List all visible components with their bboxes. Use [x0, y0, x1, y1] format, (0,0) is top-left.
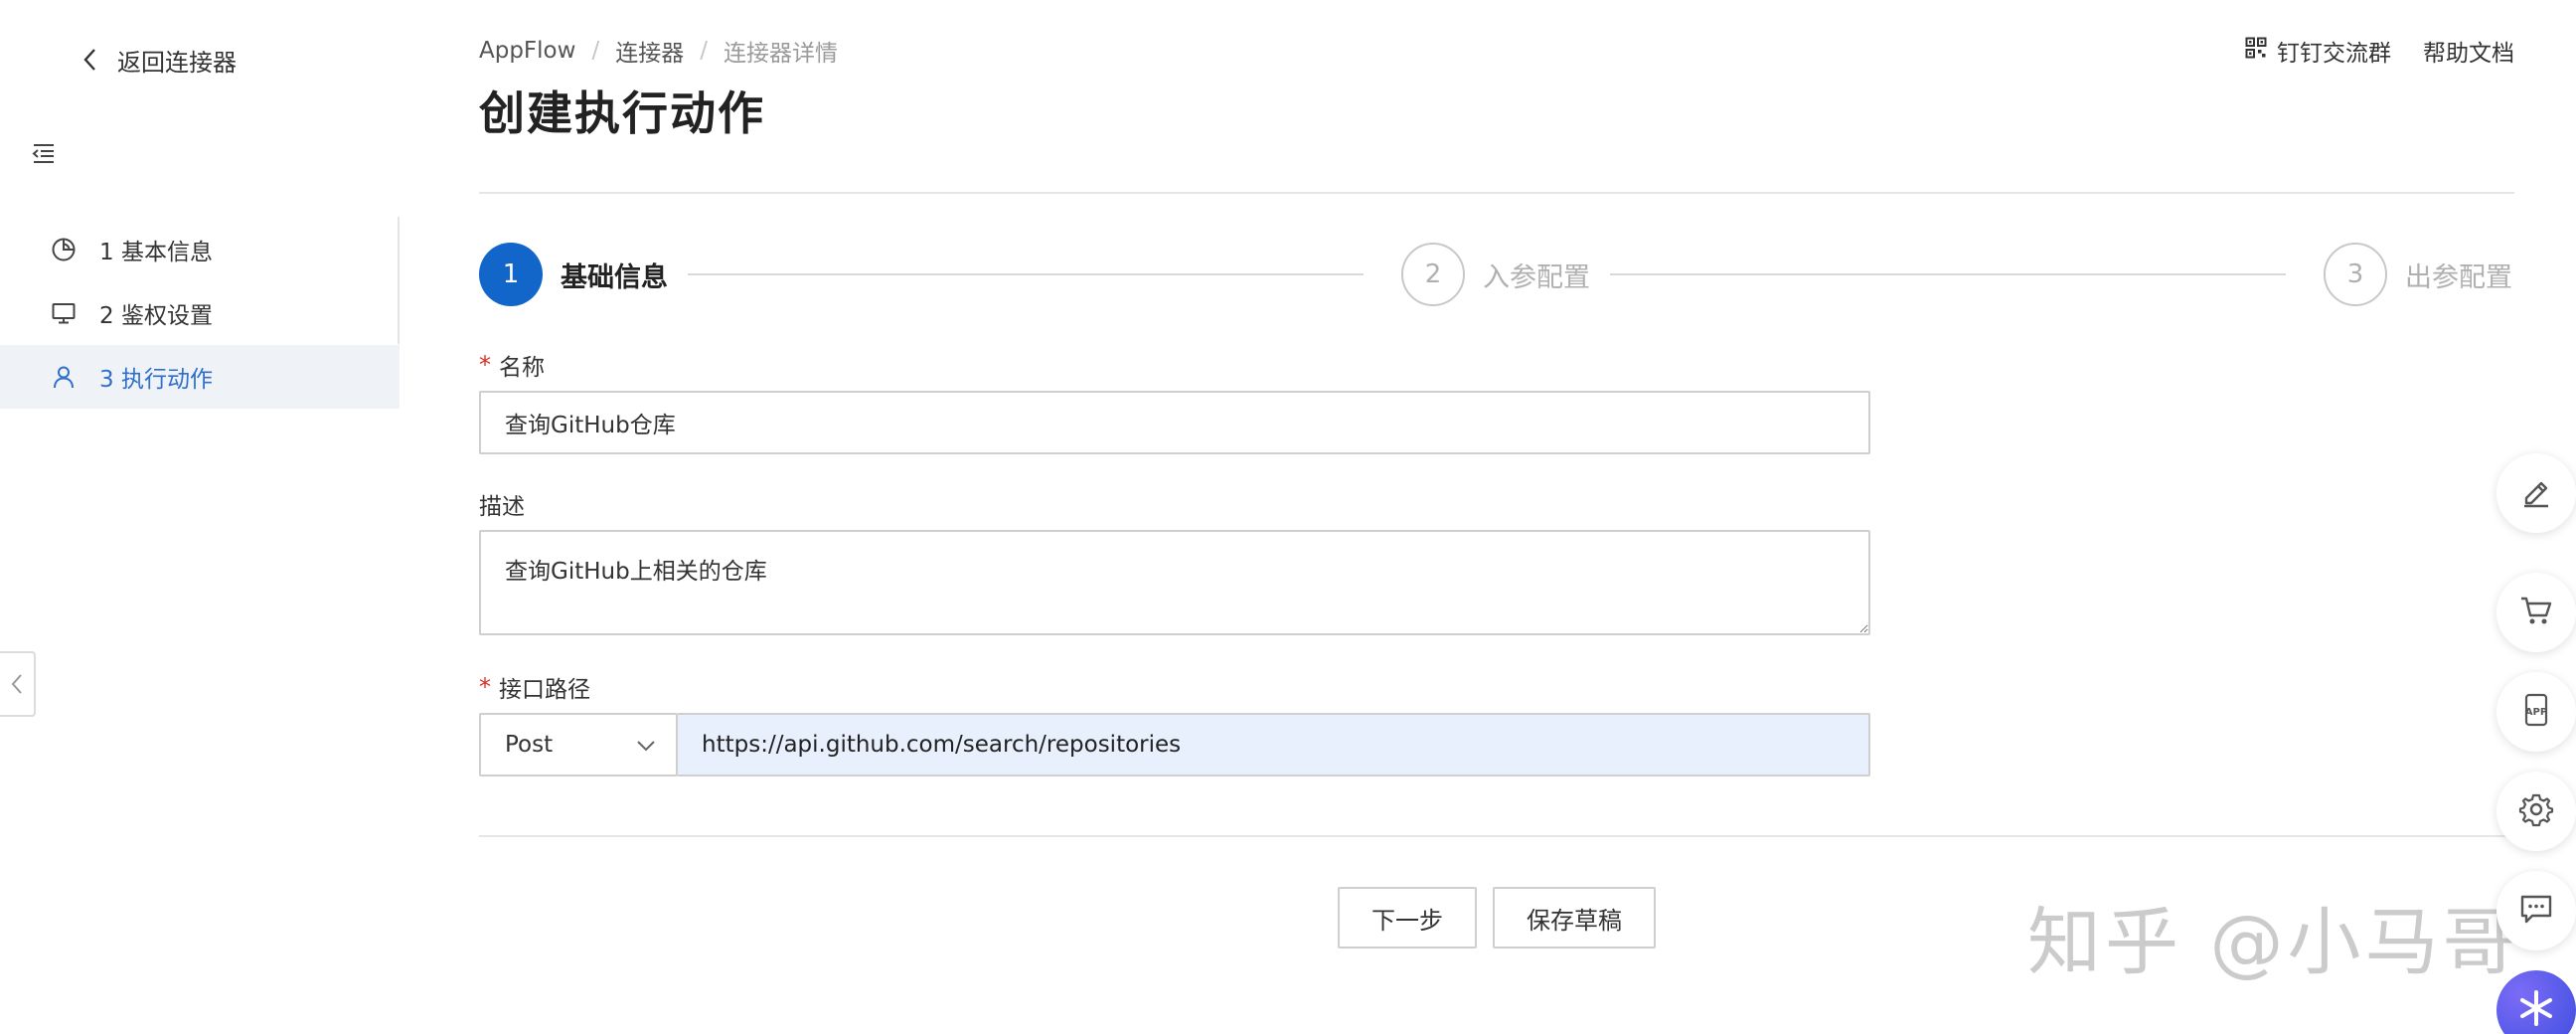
settings-tool-button[interactable] — [2496, 772, 2576, 851]
chat-icon — [2518, 891, 2554, 931]
step-number: 3 — [2324, 243, 2387, 306]
help-docs-label: 帮助文档 — [2423, 41, 2514, 67]
back-to-connectors-link[interactable]: 返回连接器 — [80, 42, 237, 78]
name-label-text: 名称 — [499, 355, 545, 381]
step-1: 1 基础信息 — [479, 243, 668, 306]
top-links: 钉钉交流群 帮助文档 — [2245, 34, 2514, 68]
cart-icon — [2518, 593, 2554, 632]
sidebar-item-auth-settings[interactable]: 2 鉴权设置 — [0, 281, 400, 345]
gear-icon — [2518, 791, 2554, 831]
step-label: 基础信息 — [561, 261, 668, 293]
chevron-down-icon — [636, 732, 656, 758]
app-icon: APP — [2518, 692, 2554, 732]
side-nav: 1 基本信息 2 鉴权设置 3 执行动作 — [0, 218, 400, 409]
next-step-button[interactable]: 下一步 — [1338, 887, 1477, 948]
api-path-field-label: * 接口路径 — [479, 670, 590, 704]
sidebar-item-label: 2 鉴权设置 — [99, 303, 213, 329]
step-3: 3 出参配置 — [2324, 243, 2512, 306]
breadcrumb-separator: / — [591, 38, 600, 64]
page-title: 创建执行动作 — [479, 86, 765, 140]
api-path-label-text: 接口路径 — [499, 677, 590, 703]
user-icon — [50, 363, 78, 391]
steps-indicator: 1 基础信息 2 入参配置 3 出参配置 — [479, 243, 2514, 306]
assistant-button[interactable] — [2496, 970, 2576, 1034]
step-connector — [688, 273, 1364, 275]
sidebar-item-label: 1 基本信息 — [99, 240, 213, 265]
step-label: 入参配置 — [1483, 261, 1590, 293]
form-divider — [479, 835, 2514, 837]
dingtalk-group-label: 钉钉交流群 — [2277, 41, 2391, 67]
chevron-left-icon — [80, 46, 99, 74]
pie-chart-icon — [50, 236, 78, 263]
svg-text:APP: APP — [2525, 707, 2547, 718]
name-field-label: * 名称 — [479, 348, 545, 382]
sidebar-item-execute-action[interactable]: 3 执行动作 — [0, 345, 400, 409]
description-field-label: 描述 — [479, 487, 525, 521]
watermark: 知乎 @小马哥 — [2027, 900, 2520, 985]
required-mark: * — [479, 351, 491, 379]
breadcrumb-separator: / — [700, 38, 708, 64]
header-divider — [479, 192, 2514, 194]
sidebar-item-label: 3 执行动作 — [99, 367, 213, 393]
required-mark: * — [479, 673, 491, 701]
edit-tool-button[interactable] — [2496, 453, 2576, 533]
name-input[interactable] — [479, 391, 1870, 454]
step-label: 出参配置 — [2405, 261, 2512, 293]
dingtalk-group-link[interactable]: 钉钉交流群 — [2245, 34, 2391, 68]
api-url-input[interactable] — [678, 713, 1870, 776]
breadcrumb-appflow[interactable]: AppFlow — [479, 38, 575, 64]
monitor-icon — [50, 299, 78, 327]
collapse-menu-icon[interactable] — [30, 139, 58, 167]
breadcrumb-current: 连接器详情 — [723, 41, 838, 67]
sidebar-item-basic-info[interactable]: 1 基本信息 — [0, 218, 400, 281]
help-docs-link[interactable]: 帮助文档 — [2423, 34, 2514, 68]
chat-tool-button[interactable] — [2496, 871, 2576, 950]
save-draft-button[interactable]: 保存草稿 — [1493, 887, 1656, 948]
app-tool-button[interactable]: APP — [2496, 672, 2576, 752]
breadcrumb: AppFlow / 连接器 / 连接器详情 — [479, 34, 838, 68]
http-method-value: Post — [505, 732, 554, 758]
cart-tool-button[interactable] — [2496, 573, 2576, 652]
step-number: 2 — [1401, 243, 1465, 306]
step-2: 2 入参配置 — [1401, 243, 1590, 306]
qr-code-icon — [2245, 37, 2267, 65]
http-method-select[interactable]: Post — [479, 713, 678, 776]
expand-panel-tab[interactable] — [0, 651, 36, 717]
breadcrumb-connectors[interactable]: 连接器 — [615, 34, 684, 68]
edit-icon — [2518, 473, 2554, 513]
back-link-label: 返回连接器 — [117, 48, 237, 77]
step-connector — [1610, 273, 2286, 275]
step-number: 1 — [479, 243, 543, 306]
description-textarea[interactable]: 查询GitHub上相关的仓库 — [479, 530, 1870, 635]
description-label-text: 描述 — [479, 494, 525, 520]
assistant-icon — [2514, 986, 2558, 1034]
